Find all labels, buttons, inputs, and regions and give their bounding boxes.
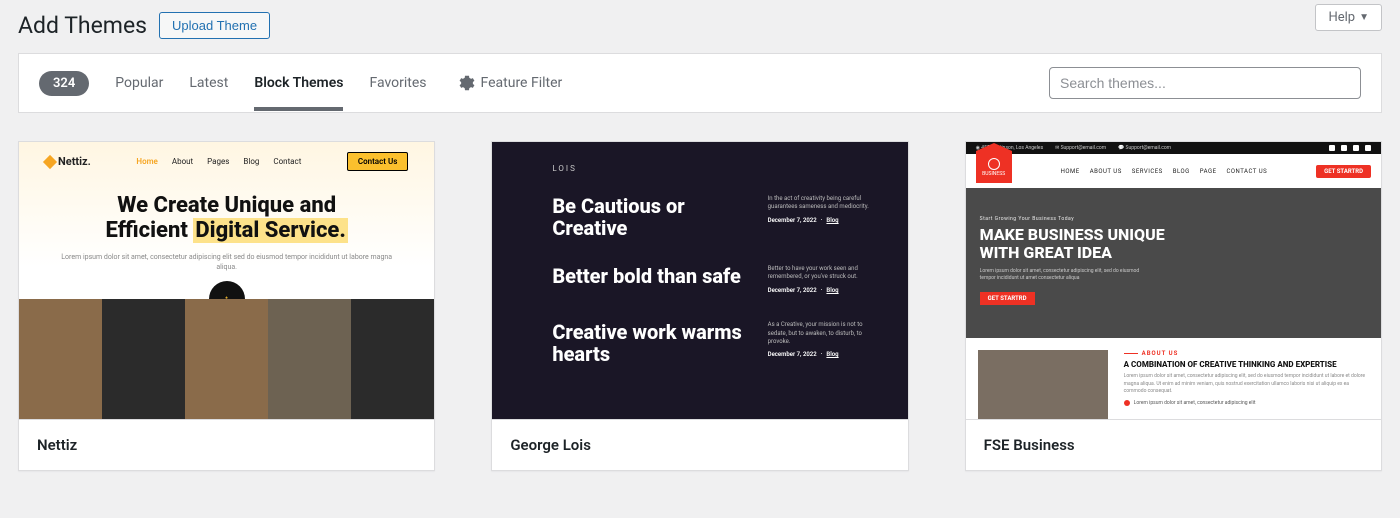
theme-name: Nettiz [19, 420, 434, 470]
preview-about-image [978, 350, 1108, 420]
theme-card-fse-business[interactable]: ◉ 455 Martinson, Los Angeles✉ Support@em… [965, 141, 1382, 471]
preview-nav: Nettiz. HomeAboutPagesBlogContact Contac… [19, 142, 434, 181]
feature-filter-label: Feature Filter [481, 75, 563, 91]
filter-block-themes[interactable]: Block Themes [254, 55, 343, 111]
preview-cta: Contact Us [347, 152, 408, 171]
theme-grid: Nettiz. HomeAboutPagesBlogContact Contac… [0, 113, 1400, 489]
preview-nav: BUSINESS HOMEABOUT USSERVICESBLOGPAGECON… [966, 154, 1381, 188]
theme-screenshot: LOIS Be Cautious or Creative In the act … [492, 142, 907, 420]
preview-cta: GET STARTRD [1316, 165, 1371, 178]
preview-image-strip [19, 299, 434, 419]
preview-menu: HomeAboutPagesBlogContact [136, 157, 301, 166]
preview-about: ABOUT US A COMBINATION OF CREATIVE THINK… [966, 338, 1381, 420]
filter-latest[interactable]: Latest [189, 55, 228, 111]
page-header: Add Themes Upload Theme [0, 0, 1400, 53]
preview-logo: Nettiz. [45, 155, 91, 168]
filter-favorites[interactable]: Favorites [369, 55, 426, 111]
theme-search-input[interactable] [1049, 67, 1361, 99]
preview-topbar: ◉ 455 Martinson, Los Angeles✉ Support@em… [966, 142, 1381, 154]
theme-screenshot: ◉ 455 Martinson, Los Angeles✉ Support@em… [966, 142, 1381, 420]
upload-theme-button[interactable]: Upload Theme [159, 12, 270, 39]
filter-popular[interactable]: Popular [115, 55, 163, 111]
theme-card-nettiz[interactable]: Nettiz. HomeAboutPagesBlogContact Contac… [18, 141, 435, 471]
preview-rows: Be Cautious or Creative In the act of cr… [552, 195, 877, 365]
page-title: Add Themes [18, 12, 147, 39]
filter-links: 324 Popular Latest Block Themes Favorite… [39, 55, 1049, 111]
preview-row: Creative work warms hearts As a Creative… [552, 321, 877, 365]
preview-logo: BUSINESS [976, 151, 1012, 183]
preview-row: Better bold than safe Better to have you… [552, 265, 877, 295]
chevron-down-icon: ▼ [1359, 12, 1369, 23]
gear-icon [459, 75, 475, 91]
theme-screenshot: Nettiz. HomeAboutPagesBlogContact Contac… [19, 142, 434, 420]
feature-filter-toggle[interactable]: Feature Filter [459, 75, 563, 91]
bullet-icon [1124, 400, 1130, 406]
help-label: Help [1328, 10, 1355, 25]
preview-hero: Start Growing Your Business Today MAKE B… [966, 188, 1381, 338]
theme-name: FSE Business [966, 420, 1381, 470]
help-dropdown[interactable]: Help ▼ [1315, 4, 1382, 31]
preview-logo: LOIS [552, 164, 877, 173]
theme-count-pill: 324 [39, 71, 89, 96]
theme-card-george-lois[interactable]: LOIS Be Cautious or Creative In the act … [491, 141, 908, 471]
filter-bar: 324 Popular Latest Block Themes Favorite… [18, 53, 1382, 113]
theme-name: George Lois [492, 420, 907, 470]
preview-row: Be Cautious or Creative In the act of cr… [552, 195, 877, 239]
